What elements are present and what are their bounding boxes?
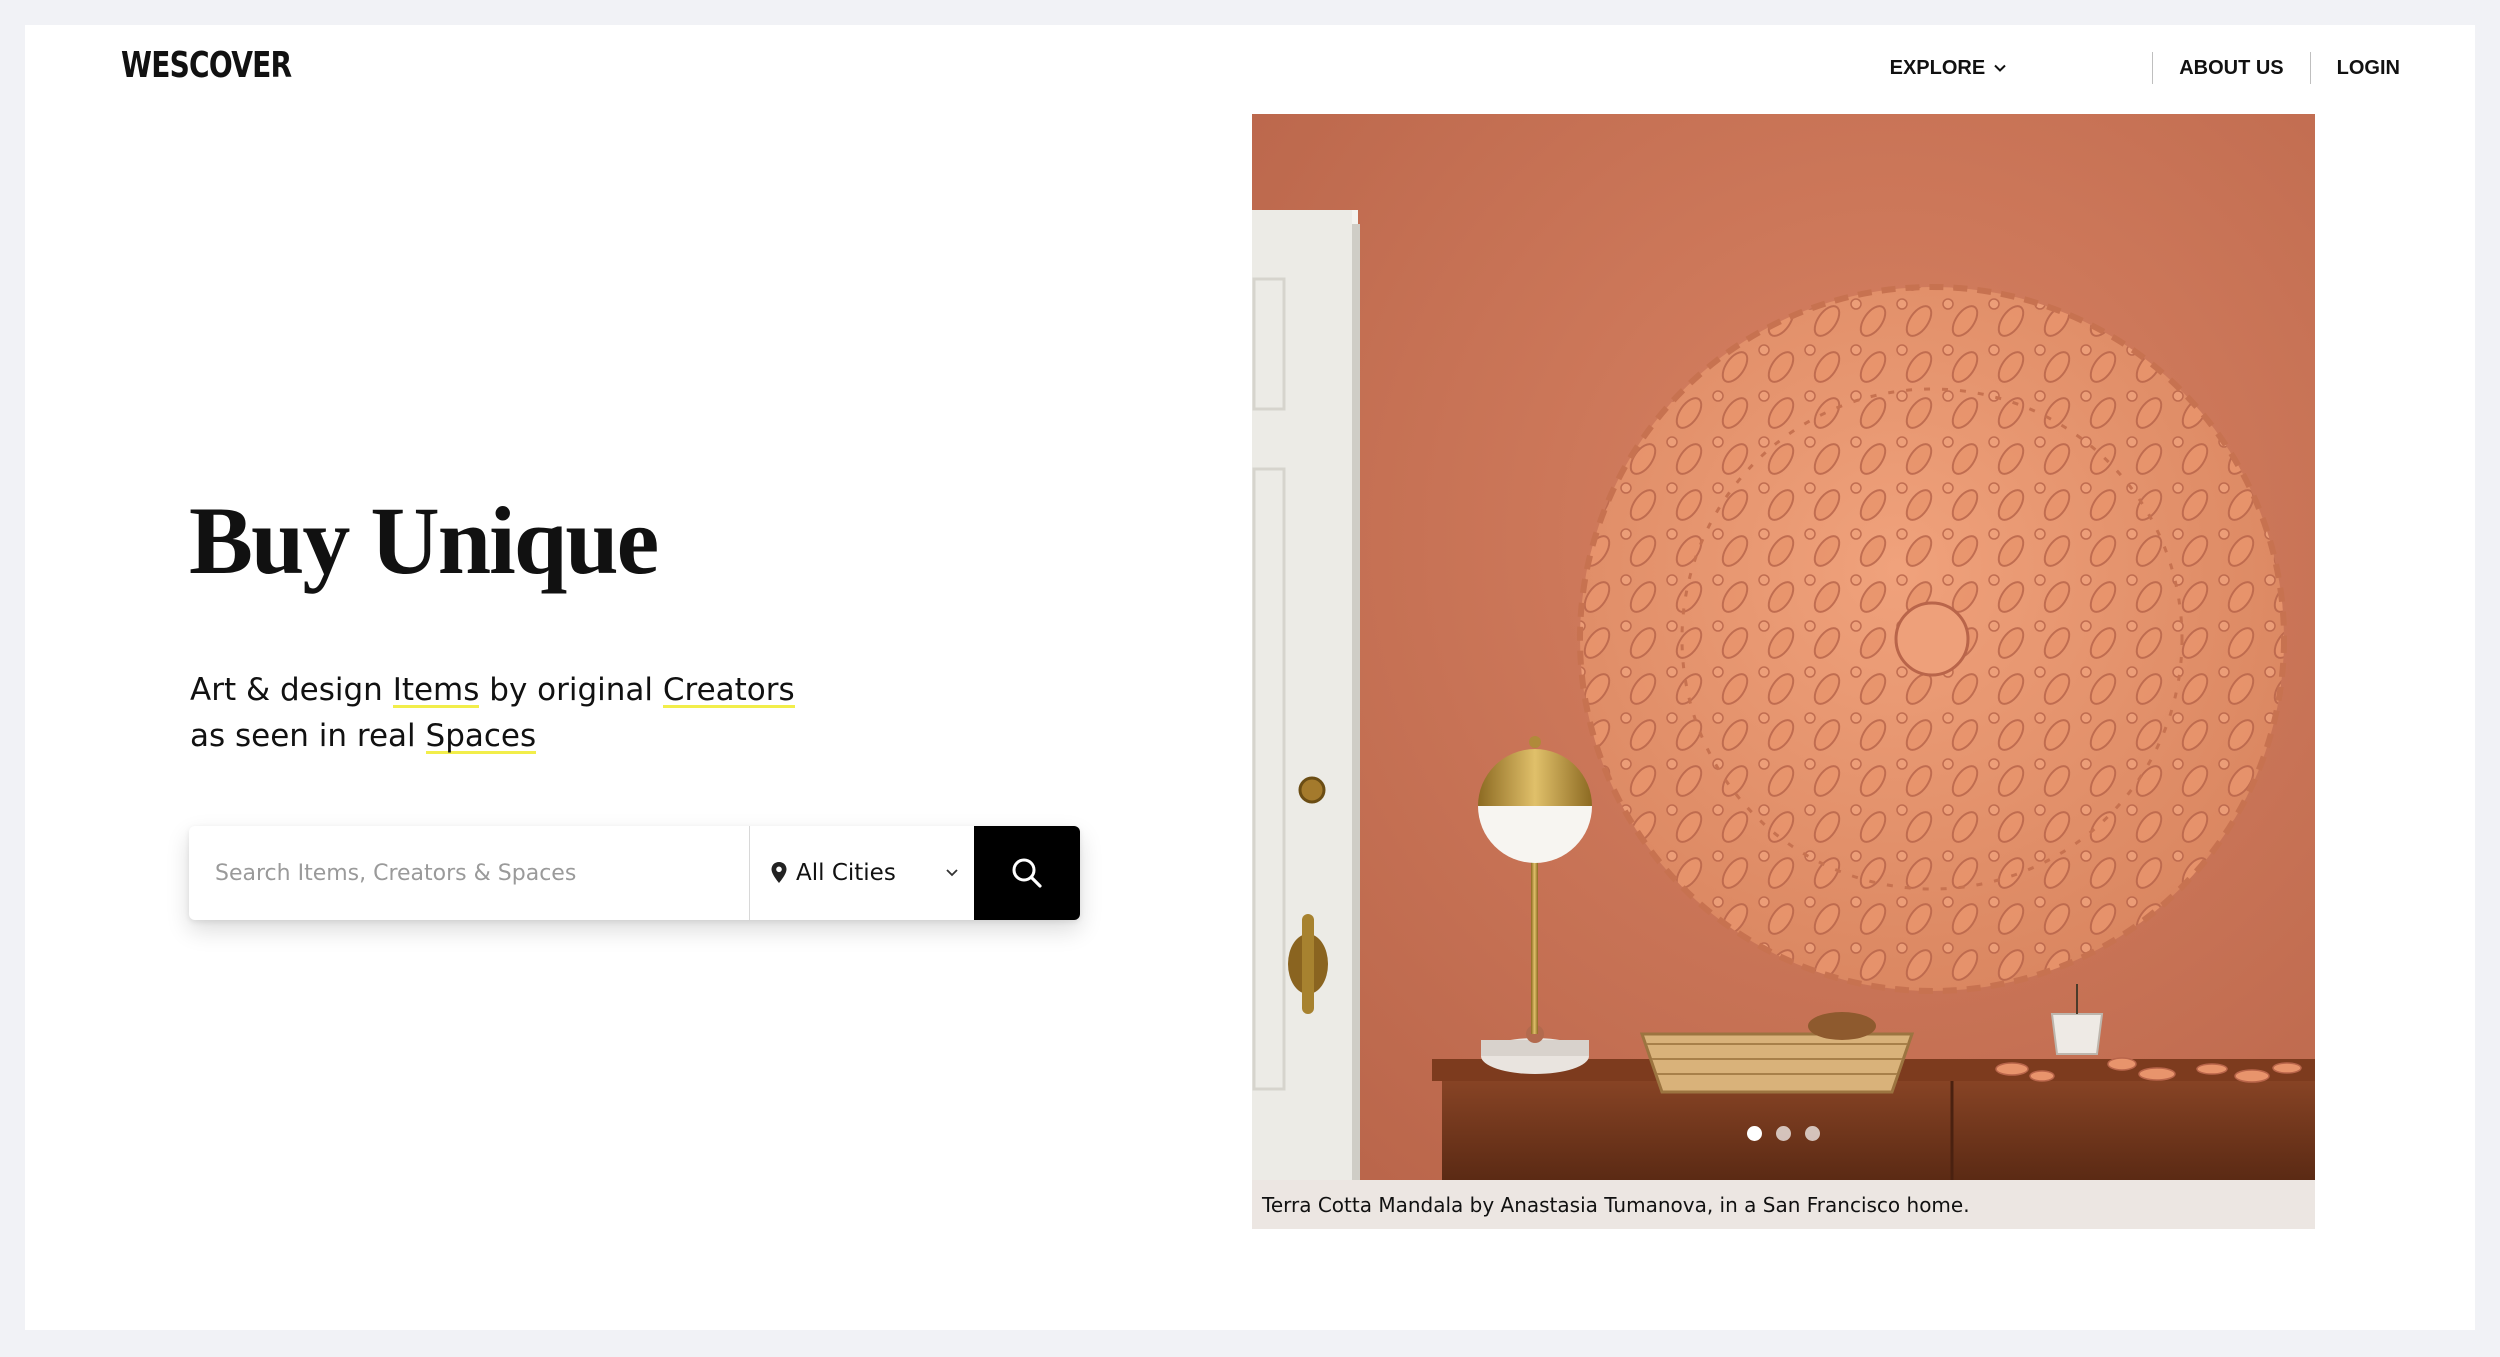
map-pin-icon xyxy=(771,862,787,883)
search-icon xyxy=(1012,858,1042,888)
search-input[interactable] xyxy=(189,826,750,920)
carousel-dot[interactable] xyxy=(1747,1126,1762,1141)
carousel-dot[interactable] xyxy=(1776,1126,1791,1141)
nav-divider xyxy=(2152,52,2154,84)
city-select[interactable]: All Cities xyxy=(750,826,974,920)
nav-explore-label: EXPLORE xyxy=(1889,56,1986,79)
image-caption[interactable]: Terra Cotta Mandala by Anastasia Tumanov… xyxy=(1252,1180,2315,1229)
tagline-spaces-link[interactable]: Spaces xyxy=(425,718,537,756)
logo[interactable]: WESCOVER xyxy=(121,45,292,86)
search-button[interactable] xyxy=(974,826,1080,920)
carousel-dots xyxy=(1252,1126,2315,1141)
carousel-dot[interactable] xyxy=(1805,1126,1820,1141)
tagline-items-link[interactable]: Items xyxy=(392,672,480,710)
nav-explore[interactable]: EXPLORE xyxy=(1890,57,2008,80)
hero-carousel-image xyxy=(1252,114,2315,1180)
nav-divider xyxy=(2309,52,2311,84)
nav-login[interactable]: LOGIN xyxy=(2337,57,2400,80)
tagline-line-1: Art & design Items by original Creators xyxy=(190,667,795,713)
tagline-creators-link[interactable]: Creators xyxy=(662,672,795,710)
tagline-text: Art & design xyxy=(190,672,393,708)
tagline-line-2: as seen in real Spaces xyxy=(190,713,795,759)
hero-title: Buy Unique xyxy=(189,487,659,594)
search-bar: All Cities xyxy=(189,826,1080,920)
top-nav: EXPLORE ABOUT US LOGIN xyxy=(1890,43,2400,93)
hero-tagline: Art & design Items by original Creators … xyxy=(190,667,795,759)
page: WESCOVER EXPLORE ABOUT US LOGIN Buy Uniq… xyxy=(25,25,2475,1330)
tagline-text: as seen in real xyxy=(190,718,426,754)
nav-about-us[interactable]: ABOUT US xyxy=(2179,57,2283,80)
chevron-down-icon xyxy=(1994,64,2006,72)
city-select-value: All Cities xyxy=(796,860,896,886)
image-caption-text: Terra Cotta Mandala by Anastasia Tumanov… xyxy=(1262,1192,1970,1217)
tagline-text: by original xyxy=(479,672,663,708)
chevron-down-icon xyxy=(946,869,958,877)
room-scene-illustration xyxy=(1252,114,2315,1180)
